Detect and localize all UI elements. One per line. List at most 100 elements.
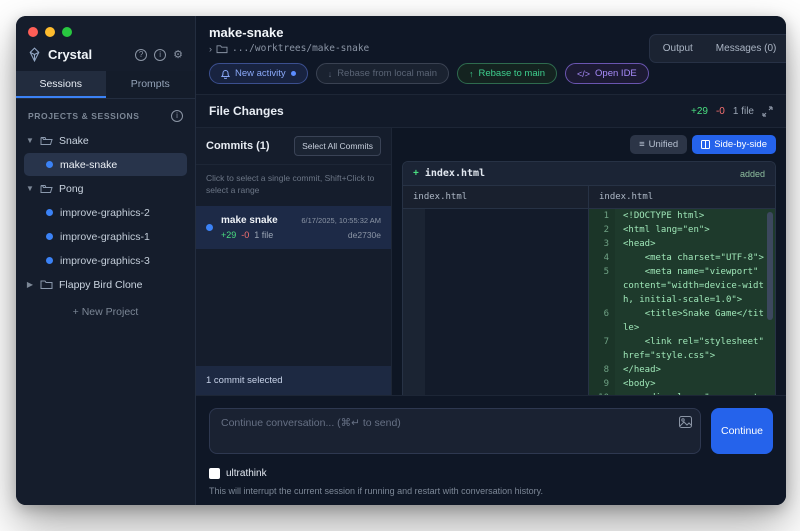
chevron-down-icon: ▼ bbox=[26, 184, 34, 193]
open-folder-icon bbox=[40, 183, 53, 194]
worktree-path: .../worktrees/make-snake bbox=[232, 43, 369, 54]
rebase-to-main-button[interactable]: ↑ Rebase to main bbox=[457, 63, 557, 84]
session-label: make-snake bbox=[60, 159, 117, 171]
project-label: Flappy Bird Clone bbox=[59, 279, 142, 291]
section-info-icon[interactable]: i bbox=[171, 110, 183, 122]
conversation-input[interactable] bbox=[209, 408, 701, 454]
code-line: <link rel="stylesheet" href="style.css"> bbox=[615, 335, 766, 363]
additions-count: +29 bbox=[691, 106, 708, 117]
session-label: improve-graphics-3 bbox=[60, 255, 150, 267]
file-changes-bar: File Changes +29 -0 1 file bbox=[196, 94, 786, 127]
close-window-button[interactable] bbox=[28, 27, 38, 37]
code-line: <html lang="en"> bbox=[615, 223, 766, 237]
code-line: <!DOCTYPE html> bbox=[615, 209, 766, 223]
select-all-commits-button[interactable]: Select All Commits bbox=[294, 136, 381, 156]
diff-file-name: index.html bbox=[425, 168, 734, 179]
session-label: improve-graphics-2 bbox=[60, 207, 150, 219]
arrow-up-icon: ↑ bbox=[469, 69, 474, 79]
main-view-tabs: Output Messages (0) Changes Terminal bbox=[649, 34, 786, 63]
commits-title: Commits (1) bbox=[206, 140, 270, 152]
zoom-window-button[interactable] bbox=[62, 27, 72, 37]
session-item-improve-graphics-2[interactable]: improve-graphics-2 bbox=[24, 201, 187, 224]
new-project-button[interactable]: + New Project bbox=[16, 296, 195, 328]
diff-new-column: 1<!DOCTYPE html> 2<html lang="en"> 3<hea… bbox=[589, 209, 775, 395]
project-item-flappy-bird-clone[interactable]: ▶ Flappy Bird Clone bbox=[16, 273, 195, 296]
window-controls bbox=[16, 16, 195, 41]
project-label: Snake bbox=[59, 135, 89, 147]
rebase-to-label: Rebase to main bbox=[478, 68, 545, 79]
expand-icon[interactable] bbox=[762, 106, 773, 117]
new-activity-button[interactable]: New activity bbox=[209, 63, 308, 84]
line-number: 2 bbox=[589, 223, 615, 237]
added-file-icon: + bbox=[413, 168, 419, 179]
ultrathink-label: ultrathink bbox=[226, 468, 267, 479]
sidebar-tabs: Sessions Prompts bbox=[16, 71, 195, 99]
file-status-badge: added bbox=[740, 169, 765, 179]
session-item-improve-graphics-3[interactable]: improve-graphics-3 bbox=[24, 249, 187, 272]
commit-status-dot bbox=[206, 224, 213, 231]
side-by-side-icon bbox=[701, 140, 710, 149]
commit-name: make snake bbox=[221, 215, 278, 226]
line-number: 5 bbox=[589, 265, 615, 307]
code-line: </head> bbox=[615, 363, 766, 377]
line-number: 10 bbox=[589, 391, 615, 395]
code-line: <title>Snake Game</title> bbox=[615, 307, 766, 335]
session-header: make-snake › .../worktrees/make-snake Ne… bbox=[196, 16, 786, 84]
chevron-right-icon: ▶ bbox=[26, 280, 34, 289]
unified-icon: ≡ bbox=[639, 139, 645, 150]
continue-button[interactable]: Continue bbox=[711, 408, 773, 454]
sidebar: Crystal ? i ⚙ Sessions Prompts PROJECTS … bbox=[16, 16, 196, 505]
info-icon[interactable]: i bbox=[154, 49, 166, 61]
project-item-snake[interactable]: ▼ Snake bbox=[16, 129, 195, 152]
commit-item[interactable]: make snake 6/17/2025, 10:55:32 AM +29 -0… bbox=[196, 206, 391, 249]
diff-view-toggle: ≡ Unified Side-by-side bbox=[392, 128, 786, 161]
code-line: <meta name="viewport" content="width=dev… bbox=[615, 265, 766, 307]
code-icon: </> bbox=[577, 69, 590, 79]
new-activity-label: New activity bbox=[235, 68, 286, 79]
code-line: <head> bbox=[615, 237, 766, 251]
commit-additions: +29 bbox=[221, 230, 236, 240]
breadcrumb: › .../worktrees/make-snake bbox=[209, 43, 649, 54]
interrupt-note: This will interrupt the current session … bbox=[209, 486, 773, 496]
session-item-make-snake[interactable]: make-snake bbox=[24, 153, 187, 176]
app-window: Crystal ? i ⚙ Sessions Prompts PROJECTS … bbox=[16, 16, 786, 505]
folder-icon bbox=[216, 44, 228, 54]
unified-view-button[interactable]: ≡ Unified bbox=[630, 135, 687, 154]
diff-scrollbar[interactable] bbox=[767, 212, 773, 320]
chevron-right-icon: › bbox=[209, 44, 212, 54]
rebase-from-label: Rebase from local main bbox=[337, 68, 437, 79]
rebase-from-main-button[interactable]: ↓ Rebase from local main bbox=[316, 63, 449, 84]
diff-old-gutter bbox=[403, 209, 425, 395]
tab-prompts[interactable]: Prompts bbox=[106, 71, 196, 98]
session-item-improve-graphics-1[interactable]: improve-graphics-1 bbox=[24, 225, 187, 248]
help-icon[interactable]: ? bbox=[135, 49, 147, 61]
open-ide-label: Open IDE bbox=[595, 68, 637, 79]
settings-icon[interactable]: ⚙ bbox=[173, 49, 183, 61]
diff-file-header[interactable]: + index.html added bbox=[403, 162, 775, 186]
project-item-pong[interactable]: ▼ Pong bbox=[16, 177, 195, 200]
tab-output[interactable]: Output bbox=[653, 38, 703, 59]
commit-hash: de2730e bbox=[348, 230, 381, 240]
tab-sessions[interactable]: Sessions bbox=[16, 71, 106, 98]
code-line: <div class="game-container"> bbox=[615, 391, 766, 395]
activity-dot bbox=[291, 71, 296, 76]
open-ide-button[interactable]: </> Open IDE bbox=[565, 63, 649, 84]
code-line: <body> bbox=[615, 377, 766, 391]
side-by-side-view-button[interactable]: Side-by-side bbox=[692, 135, 776, 154]
tab-messages[interactable]: Messages (0) bbox=[706, 38, 786, 59]
commits-hint: Click to select a single commit, Shift+C… bbox=[196, 164, 391, 206]
line-number: 3 bbox=[589, 237, 615, 251]
session-status-dot bbox=[46, 209, 53, 216]
closed-folder-icon bbox=[40, 279, 53, 290]
diff-left-file-label: index.html bbox=[403, 186, 589, 208]
open-folder-icon bbox=[40, 135, 53, 146]
ultrathink-checkbox[interactable] bbox=[209, 468, 220, 479]
projects-section-title: PROJECTS & SESSIONS bbox=[28, 111, 140, 121]
diff-right-file-label: index.html bbox=[589, 186, 775, 208]
attach-image-icon[interactable] bbox=[679, 416, 692, 428]
line-number: 7 bbox=[589, 335, 615, 363]
project-tree: ▼ Snake make-snake ▼ Pong improve-graphi… bbox=[16, 129, 195, 505]
session-status-dot bbox=[46, 161, 53, 168]
minimize-window-button[interactable] bbox=[45, 27, 55, 37]
session-status-dot bbox=[46, 257, 53, 264]
